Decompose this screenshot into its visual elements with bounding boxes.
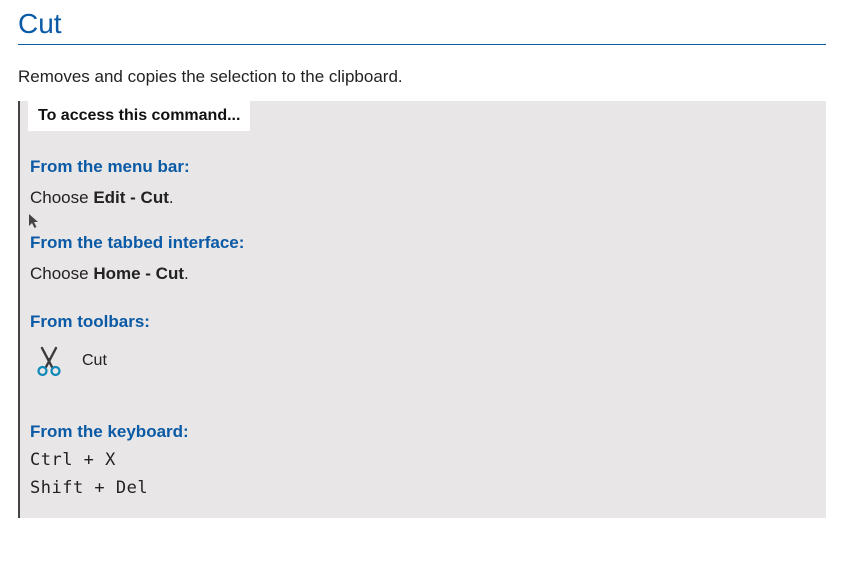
menu-bar-section: From the menu bar: Choose Edit - Cut. xyxy=(20,157,826,227)
page-title: Cut xyxy=(18,8,826,45)
menu-bar-heading: From the menu bar: xyxy=(30,157,816,177)
cursor-icon xyxy=(28,213,38,227)
menu-bar-prefix: Choose xyxy=(30,188,93,207)
menu-bar-text: Choose Edit - Cut. xyxy=(30,185,816,211)
description-text: Removes and copies the selection to the … xyxy=(18,67,826,87)
tabbed-interface-text: Choose Home - Cut. xyxy=(30,261,816,287)
keyboard-shortcut-1: Ctrl + X xyxy=(30,450,816,470)
toolbar-icon-label: Cut xyxy=(82,352,107,370)
access-tab-label: To access this command... xyxy=(28,101,250,131)
toolbar-row: Cut xyxy=(30,342,816,380)
tabbed-interface-suffix: . xyxy=(184,264,189,283)
tabbed-interface-section: From the tabbed interface: Choose Home -… xyxy=(20,233,826,287)
keyboard-shortcut-2: Shift + Del xyxy=(30,478,816,498)
keyboard-heading: From the keyboard: xyxy=(30,422,816,442)
menu-bar-bold: Edit - Cut xyxy=(93,188,169,207)
menu-bar-suffix: . xyxy=(169,188,174,207)
toolbars-heading: From toolbars: xyxy=(30,312,816,332)
keyboard-section: From the keyboard: Ctrl + X Shift + Del xyxy=(20,422,826,498)
tabbed-interface-prefix: Choose xyxy=(30,264,93,283)
tabbed-interface-bold: Home - Cut xyxy=(93,264,184,283)
tabbed-interface-heading: From the tabbed interface: xyxy=(30,233,816,253)
scissors-icon xyxy=(30,342,68,380)
toolbars-section: From toolbars: Cut xyxy=(20,312,826,380)
access-command-box: To access this command... From the menu … xyxy=(18,101,826,518)
